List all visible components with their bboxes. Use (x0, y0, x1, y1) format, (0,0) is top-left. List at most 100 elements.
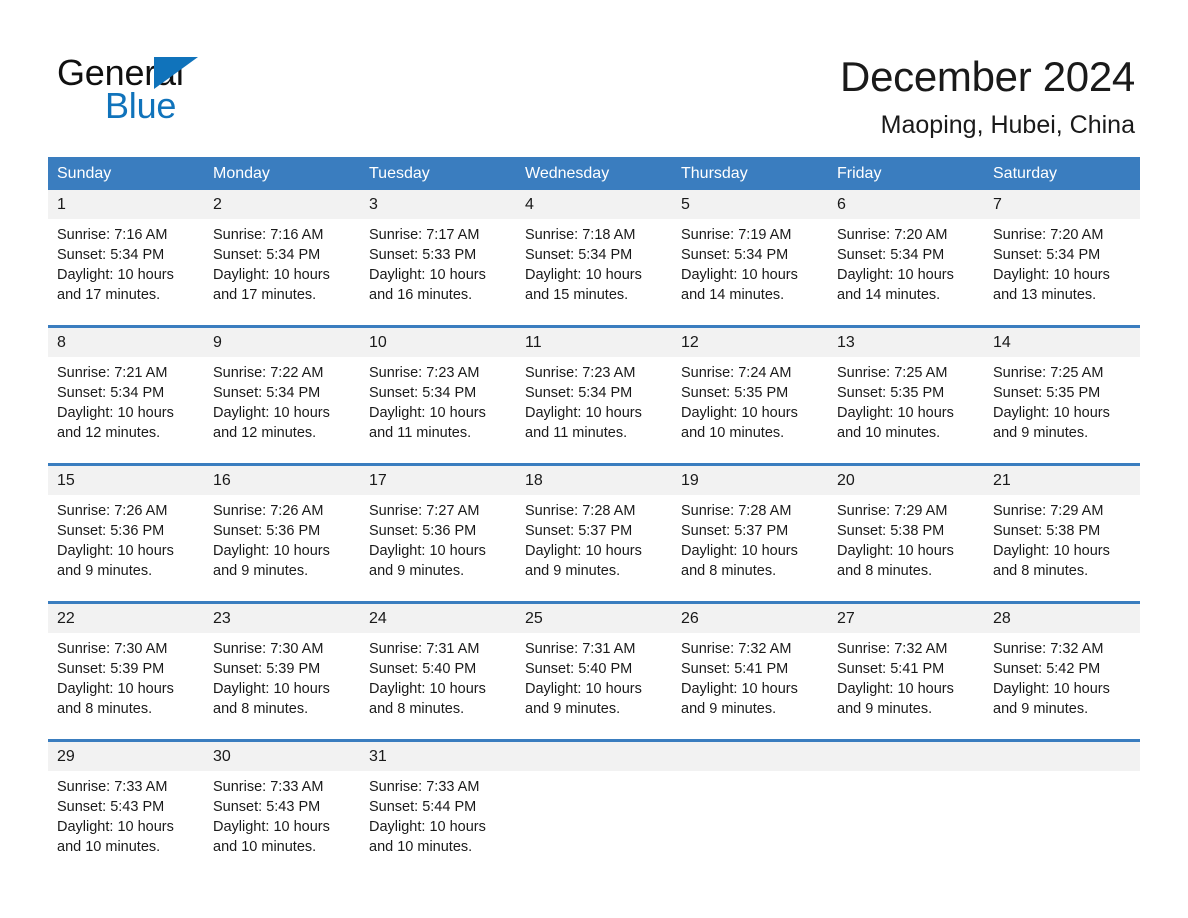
sunrise-text: Sunrise: 7:25 AM (837, 365, 948, 381)
day-cell[interactable]: Sunrise: 7:30 AM Sunset: 5:39 PM Dayligh… (204, 633, 360, 719)
day-number[interactable]: 11 (516, 328, 672, 357)
day-number[interactable]: 30 (204, 742, 360, 771)
day-number[interactable]: 3 (360, 190, 516, 219)
sunrise-text: Sunrise: 7:32 AM (837, 641, 948, 657)
week-detail-row: Sunrise: 7:26 AM Sunset: 5:36 PM Dayligh… (48, 495, 1140, 581)
sunset-text: Sunset: 5:36 PM (369, 523, 477, 539)
day-number[interactable]: 15 (48, 466, 204, 495)
day-cell[interactable]: Sunrise: 7:33 AM Sunset: 5:43 PM Dayligh… (48, 771, 204, 857)
daylight-text: Daylight: 10 hours and 15 minutes. (525, 267, 642, 303)
day-cell[interactable]: Sunrise: 7:32 AM Sunset: 5:42 PM Dayligh… (984, 633, 1140, 719)
day-cell[interactable]: Sunrise: 7:31 AM Sunset: 5:40 PM Dayligh… (516, 633, 672, 719)
day-number[interactable]: 22 (48, 604, 204, 633)
day-number[interactable]: 4 (516, 190, 672, 219)
calendar-week-row: 22 23 24 25 26 27 28 Sunrise: 7:30 AM Su… (48, 601, 1140, 719)
day-cell[interactable]: Sunrise: 7:27 AM Sunset: 5:36 PM Dayligh… (360, 495, 516, 581)
day-number[interactable]: 24 (360, 604, 516, 633)
day-number[interactable]: 14 (984, 328, 1140, 357)
daylight-text: Daylight: 10 hours and 11 minutes. (525, 405, 642, 441)
day-cell[interactable]: Sunrise: 7:19 AM Sunset: 5:34 PM Dayligh… (672, 219, 828, 305)
day-number[interactable]: 31 (360, 742, 516, 771)
sunset-text: Sunset: 5:44 PM (369, 799, 477, 815)
day-number[interactable]: 13 (828, 328, 984, 357)
sunrise-text: Sunrise: 7:33 AM (213, 779, 324, 795)
day-number[interactable]: 6 (828, 190, 984, 219)
day-number[interactable]: 28 (984, 604, 1140, 633)
day-number[interactable]: 16 (204, 466, 360, 495)
day-number[interactable]: 5 (672, 190, 828, 219)
sunrise-text: Sunrise: 7:16 AM (57, 227, 168, 243)
sunrise-text: Sunrise: 7:21 AM (57, 365, 168, 381)
day-cell[interactable]: Sunrise: 7:25 AM Sunset: 5:35 PM Dayligh… (984, 357, 1140, 443)
day-cell[interactable]: Sunrise: 7:28 AM Sunset: 5:37 PM Dayligh… (672, 495, 828, 581)
week-date-band: 29 30 31 (48, 742, 1140, 771)
day-cell[interactable]: Sunrise: 7:21 AM Sunset: 5:34 PM Dayligh… (48, 357, 204, 443)
day-cell[interactable]: Sunrise: 7:17 AM Sunset: 5:33 PM Dayligh… (360, 219, 516, 305)
daylight-text: Daylight: 10 hours and 9 minutes. (993, 405, 1110, 441)
week-detail-row: Sunrise: 7:30 AM Sunset: 5:39 PM Dayligh… (48, 633, 1140, 719)
day-cell[interactable]: Sunrise: 7:16 AM Sunset: 5:34 PM Dayligh… (204, 219, 360, 305)
daylight-text: Daylight: 10 hours and 8 minutes. (993, 543, 1110, 579)
day-cell[interactable]: Sunrise: 7:23 AM Sunset: 5:34 PM Dayligh… (360, 357, 516, 443)
day-cell[interactable]: Sunrise: 7:22 AM Sunset: 5:34 PM Dayligh… (204, 357, 360, 443)
day-cell[interactable]: Sunrise: 7:33 AM Sunset: 5:43 PM Dayligh… (204, 771, 360, 857)
day-cell[interactable]: Sunrise: 7:20 AM Sunset: 5:34 PM Dayligh… (828, 219, 984, 305)
page-title: December 2024 (840, 53, 1135, 100)
day-number[interactable]: 27 (828, 604, 984, 633)
day-cell[interactable]: Sunrise: 7:26 AM Sunset: 5:36 PM Dayligh… (48, 495, 204, 581)
sunset-text: Sunset: 5:34 PM (837, 247, 945, 263)
day-number[interactable]: 8 (48, 328, 204, 357)
sunrise-text: Sunrise: 7:31 AM (369, 641, 480, 657)
daylight-text: Daylight: 10 hours and 14 minutes. (681, 267, 798, 303)
general-blue-logo[interactable]: General Blue (57, 55, 357, 130)
day-cell[interactable]: Sunrise: 7:29 AM Sunset: 5:38 PM Dayligh… (828, 495, 984, 581)
sunset-text: Sunset: 5:35 PM (837, 385, 945, 401)
daylight-text: Daylight: 10 hours and 11 minutes. (369, 405, 486, 441)
day-cell[interactable]: Sunrise: 7:18 AM Sunset: 5:34 PM Dayligh… (516, 219, 672, 305)
sunset-text: Sunset: 5:43 PM (57, 799, 165, 815)
day-number[interactable]: 10 (360, 328, 516, 357)
day-cell[interactable]: Sunrise: 7:30 AM Sunset: 5:39 PM Dayligh… (48, 633, 204, 719)
day-cell[interactable]: Sunrise: 7:24 AM Sunset: 5:35 PM Dayligh… (672, 357, 828, 443)
sunset-text: Sunset: 5:41 PM (837, 661, 945, 677)
day-number[interactable]: 20 (828, 466, 984, 495)
sunset-text: Sunset: 5:35 PM (681, 385, 789, 401)
day-cell[interactable]: Sunrise: 7:16 AM Sunset: 5:34 PM Dayligh… (48, 219, 204, 305)
day-cell[interactable]: Sunrise: 7:26 AM Sunset: 5:36 PM Dayligh… (204, 495, 360, 581)
day-number[interactable]: 29 (48, 742, 204, 771)
day-number[interactable]: 2 (204, 190, 360, 219)
day-cell[interactable]: Sunrise: 7:20 AM Sunset: 5:34 PM Dayligh… (984, 219, 1140, 305)
daylight-text: Daylight: 10 hours and 12 minutes. (57, 405, 174, 441)
day-cell[interactable]: Sunrise: 7:29 AM Sunset: 5:38 PM Dayligh… (984, 495, 1140, 581)
day-number[interactable]: 23 (204, 604, 360, 633)
daylight-text: Daylight: 10 hours and 9 minutes. (213, 543, 330, 579)
daylight-text: Daylight: 10 hours and 9 minutes. (57, 543, 174, 579)
day-number[interactable]: 26 (672, 604, 828, 633)
day-number[interactable]: 1 (48, 190, 204, 219)
day-cell[interactable]: Sunrise: 7:32 AM Sunset: 5:41 PM Dayligh… (828, 633, 984, 719)
day-cell[interactable]: Sunrise: 7:23 AM Sunset: 5:34 PM Dayligh… (516, 357, 672, 443)
day-number[interactable]: 7 (984, 190, 1140, 219)
day-cell[interactable]: Sunrise: 7:25 AM Sunset: 5:35 PM Dayligh… (828, 357, 984, 443)
sunset-text: Sunset: 5:40 PM (525, 661, 633, 677)
day-cell[interactable]: Sunrise: 7:33 AM Sunset: 5:44 PM Dayligh… (360, 771, 516, 857)
day-number[interactable]: 9 (204, 328, 360, 357)
day-cell-empty (828, 771, 984, 857)
day-number[interactable]: 12 (672, 328, 828, 357)
sunset-text: Sunset: 5:34 PM (57, 247, 165, 263)
week-spacer (48, 443, 1140, 463)
day-number[interactable]: 18 (516, 466, 672, 495)
calendar-week-row: 15 16 17 18 19 20 21 Sunrise: 7:26 AM Su… (48, 463, 1140, 581)
day-number[interactable]: 17 (360, 466, 516, 495)
day-number-empty (516, 742, 672, 771)
day-cell[interactable]: Sunrise: 7:31 AM Sunset: 5:40 PM Dayligh… (360, 633, 516, 719)
sunset-text: Sunset: 5:34 PM (525, 385, 633, 401)
day-number[interactable]: 21 (984, 466, 1140, 495)
day-number[interactable]: 25 (516, 604, 672, 633)
sunset-text: Sunset: 5:39 PM (213, 661, 321, 677)
day-cell[interactable]: Sunrise: 7:32 AM Sunset: 5:41 PM Dayligh… (672, 633, 828, 719)
day-number[interactable]: 19 (672, 466, 828, 495)
day-cell[interactable]: Sunrise: 7:28 AM Sunset: 5:37 PM Dayligh… (516, 495, 672, 581)
weekday-header-monday: Monday (213, 165, 270, 182)
daylight-text: Daylight: 10 hours and 9 minutes. (525, 681, 642, 717)
